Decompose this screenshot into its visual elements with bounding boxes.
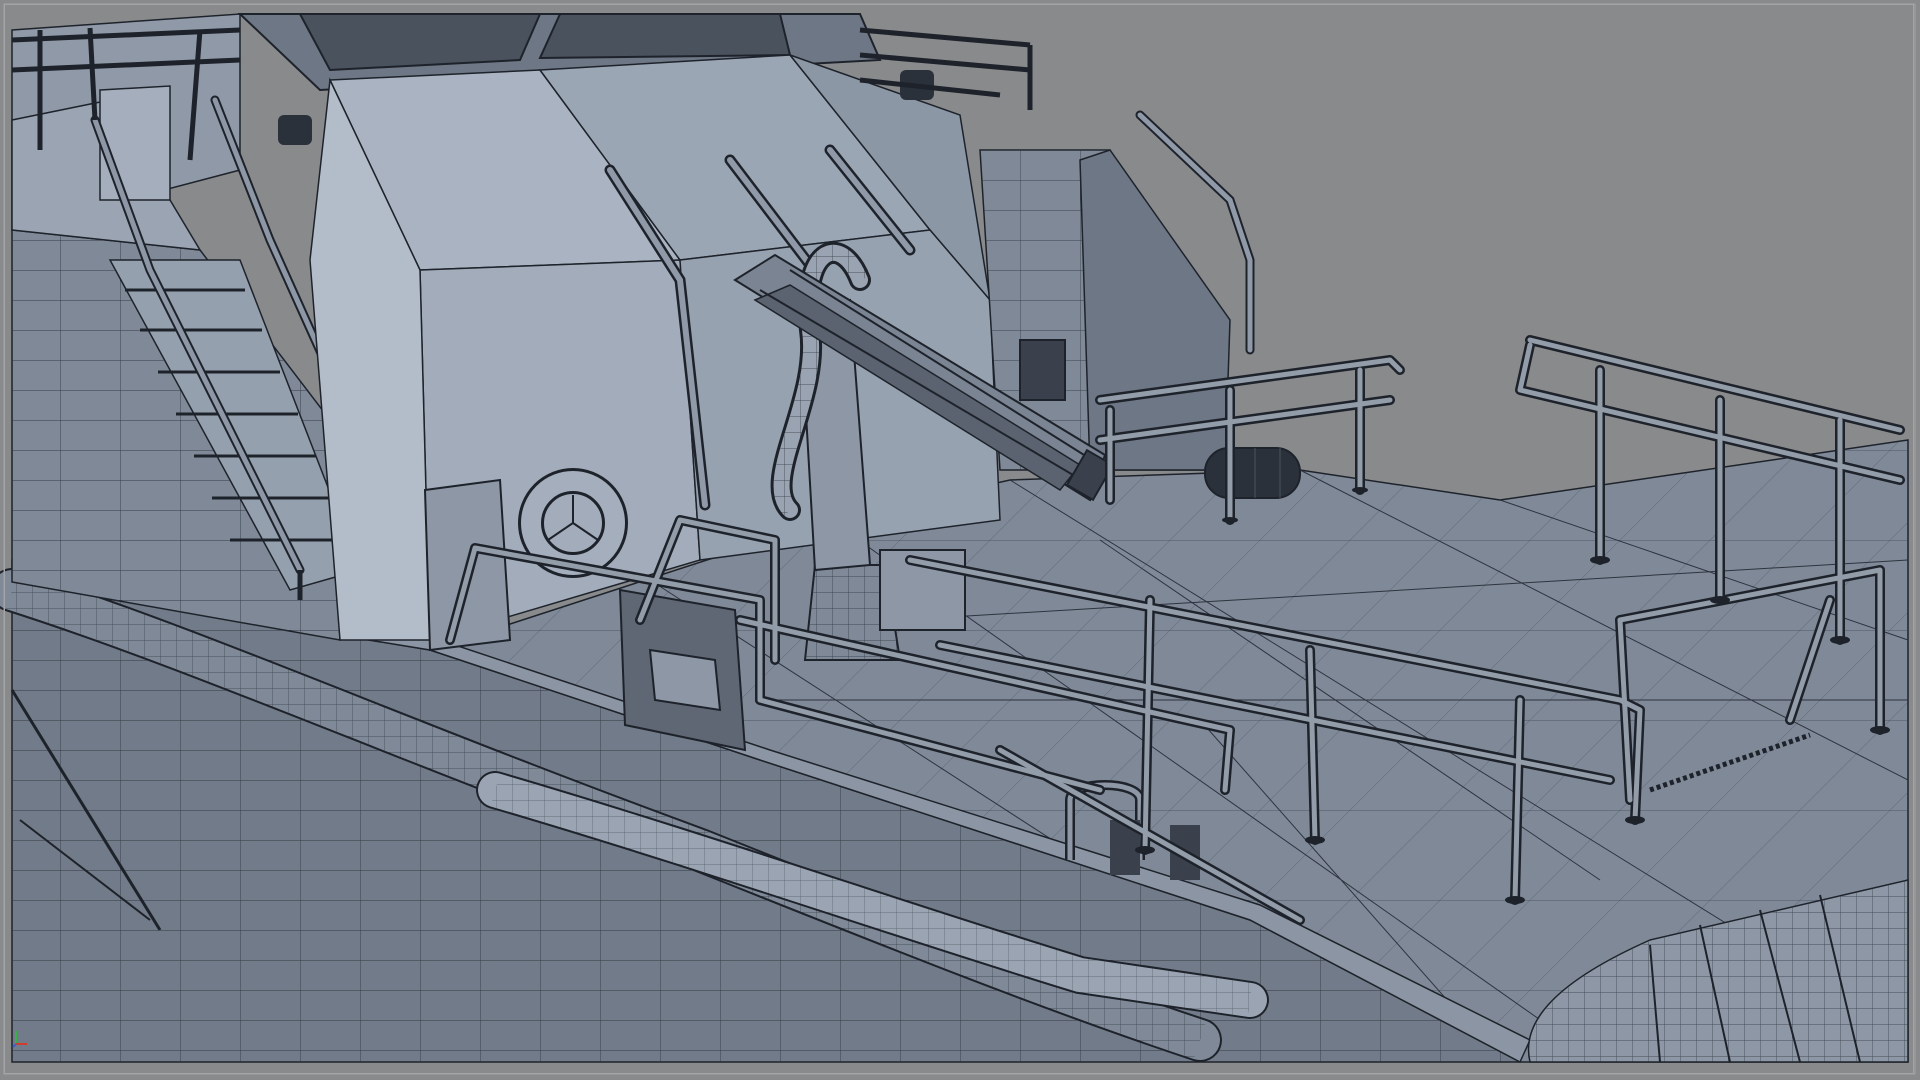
axis-triad-icon — [12, 1031, 27, 1048]
ship-deck-wireframe-render[interactable] — [0, 0, 1920, 1080]
3d-viewport[interactable] — [0, 0, 1920, 1080]
cylindrical-buoy — [1204, 447, 1301, 499]
life-ring — [518, 468, 628, 578]
